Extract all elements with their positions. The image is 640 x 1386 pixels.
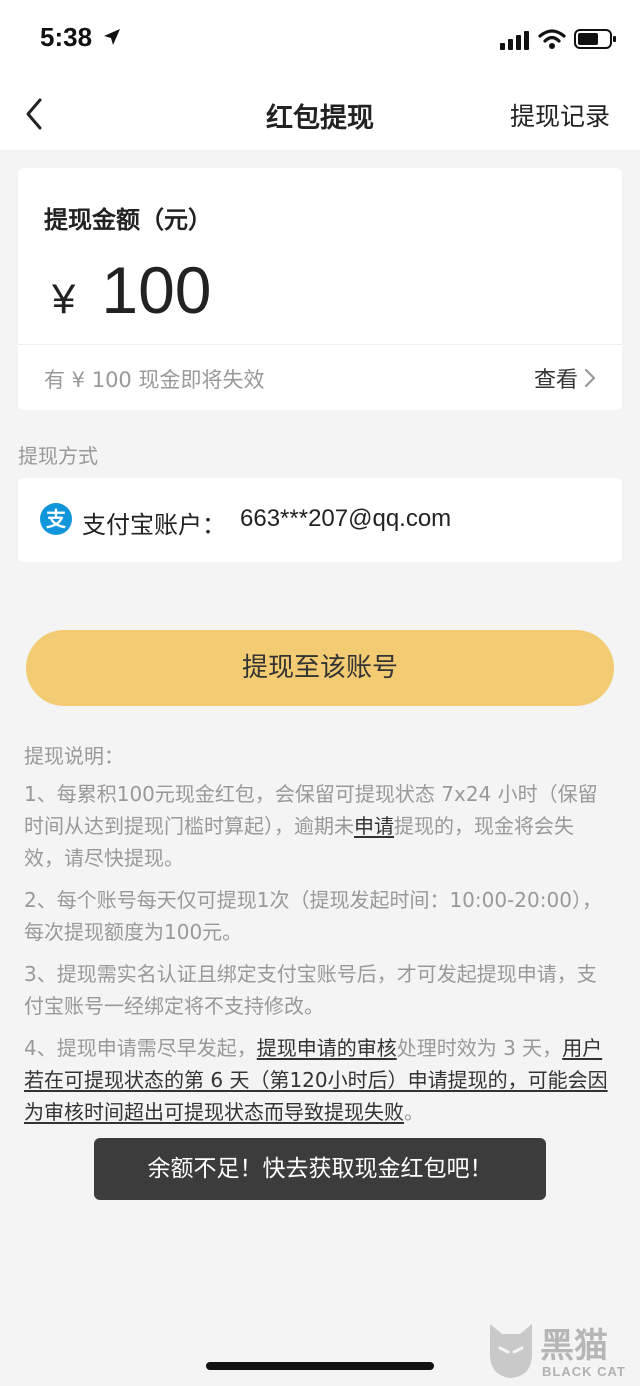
review-link[interactable]: 提现申请的审核 [257, 1036, 397, 1060]
home-indicator[interactable] [206, 1362, 434, 1370]
note-item-1: 1、每累积100元现金红包，会保留可提现状态 7x24 小时（保留时间从达到提现… [24, 778, 610, 874]
status-time: 5:38 [40, 22, 93, 52]
apply-link[interactable]: 申请 [354, 814, 394, 838]
note-text: 4、提现申请需尽早发起， [24, 1036, 257, 1060]
section-label-method: 提现方式 [18, 444, 98, 468]
nav-bar: 红包提现 提现记录 [0, 78, 640, 150]
note-item-2: 2、每个账号每天仅可提现1次（提现发起时间：10:00-20:00），每次提现额… [24, 888, 602, 944]
note-text: 。 [404, 1100, 424, 1124]
watermark-text-cn: 黑猫 [540, 1326, 608, 1366]
note-item-3: 3、提现需实名认证且绑定支付宝账号后，才可发起提现申请，支付宝账号一经绑定将不支… [24, 962, 597, 1018]
notes-title: 提现说明： [24, 744, 124, 768]
alipay-icon: 支 [40, 503, 72, 535]
withdraw-to-account-button[interactable]: 提现至该账号 [26, 630, 614, 706]
status-bar: 5:38 [0, 0, 640, 78]
amount-value: 100 [101, 253, 212, 327]
battery-icon [574, 29, 616, 49]
withdraw-notes: 提现说明： 1、每累积100元现金红包，会保留可提现状态 7x24 小时（保留时… [24, 740, 610, 1138]
divider [18, 344, 622, 345]
amount-display: ¥ 100 [52, 252, 211, 328]
watermark: 黑猫 BLACK CAT [480, 1314, 640, 1386]
alipay-account-row[interactable]: 支 支付宝账户： 663***207@qq.com [18, 478, 622, 562]
black-cat-logo-icon [490, 1324, 532, 1378]
expire-note: 有 ¥ 100 现金即将失效 [44, 368, 265, 392]
note-item-4: 4、提现申请需尽早发起，提现申请的审核处理时效为 3 天，用户若在可提现状态的第… [24, 1032, 610, 1128]
view-link-label: 查看 [533, 368, 578, 393]
currency-symbol: ¥ [52, 275, 76, 322]
account-label: 支付宝账户： [82, 511, 226, 539]
amount-card: 提现金额（元） ¥ 100 有 ¥ 100 现金即将失效 查看 [18, 168, 622, 410]
toast-message: 余额不足！快去获取现金红包吧！ [94, 1138, 546, 1200]
withdraw-history-link[interactable]: 提现记录 [510, 97, 610, 133]
chevron-right-icon [584, 368, 596, 388]
account-value: 663***207@qq.com [240, 505, 452, 532]
watermark-text-en: BLACK CAT [542, 1364, 626, 1379]
location-arrow-icon [104, 29, 120, 45]
note-text: 处理时效为 3 天， [396, 1036, 563, 1060]
wifi-icon [538, 29, 566, 49]
cellular-signal-icon [500, 31, 529, 50]
amount-label: 提现金额（元） [44, 206, 212, 234]
view-link[interactable]: 查看 [534, 362, 596, 394]
svg-text:支: 支 [46, 507, 67, 531]
